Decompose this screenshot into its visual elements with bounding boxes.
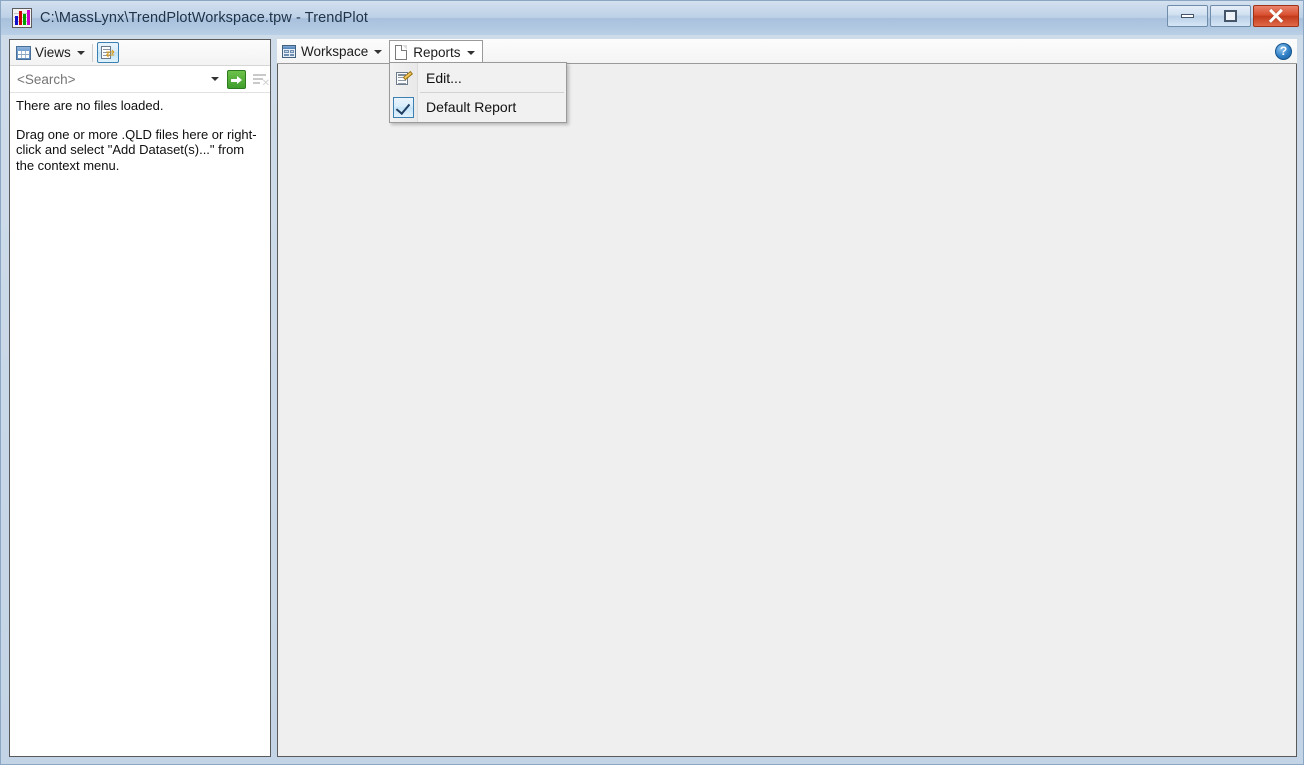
views-toolbar: Views ⇄ bbox=[10, 40, 270, 66]
help-question-icon[interactable]: ? bbox=[1275, 43, 1292, 60]
report-content-area bbox=[277, 64, 1297, 757]
empty-state-line-1: There are no files loaded. bbox=[16, 98, 164, 113]
minimize-icon bbox=[1181, 14, 1194, 18]
views-menu-button[interactable]: Views bbox=[13, 42, 88, 63]
reports-dropdown-menu: Edit... Default Report bbox=[389, 62, 567, 123]
search-go-button[interactable] bbox=[227, 69, 246, 89]
views-label: Views bbox=[35, 45, 71, 60]
toolbar-separator bbox=[91, 43, 93, 62]
edit-properties-icon bbox=[395, 70, 413, 86]
table-grid-icon bbox=[16, 45, 31, 60]
empty-state-line-2: Drag one or more .QLD files here or righ… bbox=[16, 126, 257, 173]
menu-item-edit-label: Edit... bbox=[426, 70, 462, 86]
chevron-down-icon bbox=[374, 49, 383, 54]
close-button[interactable] bbox=[1253, 5, 1299, 27]
search-input[interactable] bbox=[14, 70, 208, 88]
menu-item-edit[interactable]: Edit... bbox=[390, 65, 566, 91]
empty-state-message: There are no files loaded. Drag one or m… bbox=[10, 93, 270, 173]
chevron-down-icon bbox=[76, 50, 85, 55]
search-dropdown-button[interactable] bbox=[208, 77, 222, 81]
tab-strip: Workspace Reports ? bbox=[277, 39, 1297, 65]
maximize-icon bbox=[1224, 10, 1237, 22]
menu-separator bbox=[420, 92, 564, 93]
workspace-area: Workspace Reports ? bbox=[277, 39, 1297, 757]
search-bar: ✕ bbox=[10, 66, 270, 93]
minimize-button[interactable] bbox=[1167, 5, 1208, 27]
window-controls bbox=[1167, 5, 1299, 27]
maximize-button[interactable] bbox=[1210, 5, 1251, 27]
tab-reports-label: Reports bbox=[413, 45, 461, 60]
bar-chart-icon bbox=[12, 8, 32, 28]
checkbox-checked-icon bbox=[393, 96, 414, 118]
chevron-down-icon bbox=[211, 77, 219, 81]
tab-workspace-label: Workspace bbox=[301, 44, 369, 59]
document-icon bbox=[395, 45, 408, 60]
window-title: C:\MassLynx\TrendPlotWorkspace.tpw - Tre… bbox=[40, 10, 369, 26]
refresh-datasets-button[interactable]: ⇄ bbox=[96, 42, 119, 63]
menu-item-default-report-label: Default Report bbox=[426, 99, 517, 115]
search-combobox[interactable] bbox=[13, 68, 223, 90]
chevron-down-icon bbox=[466, 50, 475, 55]
clear-filter-button[interactable]: ✕ bbox=[251, 70, 270, 89]
title-bar: C:\MassLynx\TrendPlotWorkspace.tpw - Tre… bbox=[1, 1, 1303, 35]
menu-item-default-report[interactable]: Default Report bbox=[390, 94, 566, 120]
tab-workspace[interactable]: Workspace bbox=[277, 39, 389, 64]
window-panes-icon bbox=[282, 45, 296, 58]
clear-filter-icon bbox=[253, 73, 266, 76]
application-window: C:\MassLynx\TrendPlotWorkspace.tpw - Tre… bbox=[0, 0, 1304, 765]
datasets-panel: Views ⇄ ✕ bbox=[9, 39, 271, 757]
